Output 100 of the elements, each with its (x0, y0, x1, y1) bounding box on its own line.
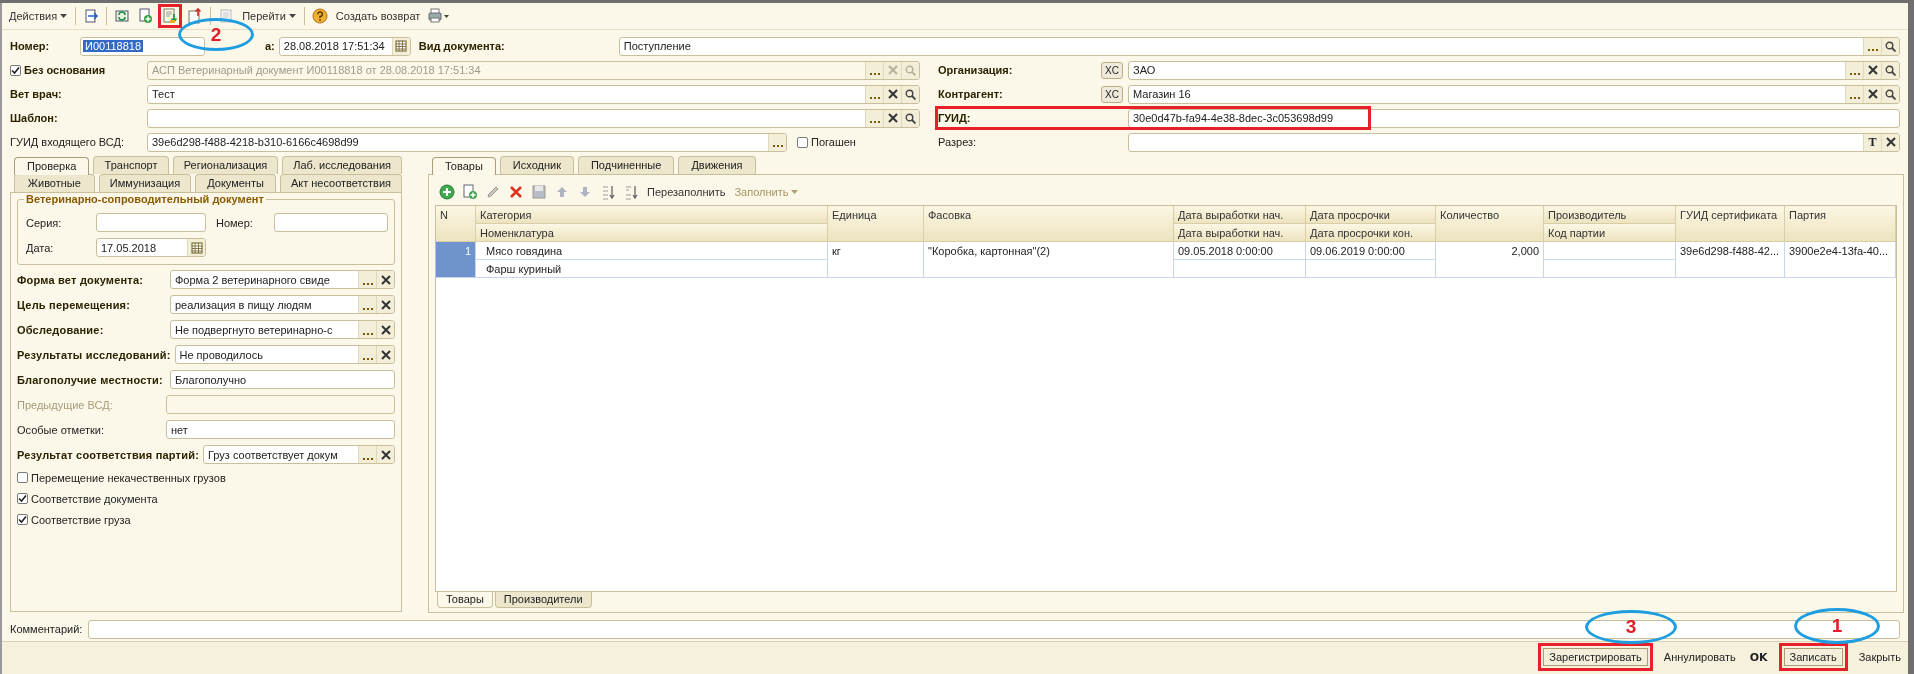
select-button[interactable] (865, 85, 883, 103)
input-field[interactable]: Тест (147, 84, 920, 104)
input-field[interactable] (147, 108, 920, 128)
tab[interactable]: Производители (494, 592, 592, 608)
checkbox[interactable] (17, 472, 28, 483)
column-header[interactable]: Код партии (1544, 224, 1676, 242)
input-field[interactable] (166, 395, 395, 414)
add-icon[interactable] (437, 182, 457, 202)
clear-button[interactable] (376, 321, 394, 338)
search-button[interactable] (1881, 37, 1899, 55)
input-field[interactable]: Груз соответствует докум (203, 445, 395, 464)
search-button[interactable] (901, 85, 919, 103)
tab[interactable]: Регионализация (172, 156, 279, 174)
tab[interactable]: Движения (678, 156, 756, 174)
type-button[interactable]: XC (1101, 61, 1123, 79)
column-header[interactable]: Дата выработки нач. (1174, 224, 1306, 242)
clear-button[interactable] (883, 85, 901, 103)
select-button[interactable] (358, 321, 376, 338)
text-button[interactable]: T (1863, 133, 1881, 151)
select-button[interactable] (1863, 37, 1881, 55)
footer-button[interactable]: OK (1746, 648, 1771, 666)
calendar-button[interactable] (391, 37, 410, 55)
input-field[interactable]: 39e6d298-f488-4218-b310-6166c4698d99 (147, 132, 787, 152)
column-header[interactable]: Дата просрочки кон. (1306, 224, 1436, 242)
clear-button[interactable] (376, 296, 394, 313)
tab[interactable]: Акт несоответствия (279, 174, 402, 192)
clear-button[interactable] (376, 346, 394, 363)
select-button[interactable] (1845, 61, 1863, 79)
footer-button[interactable]: Аннулировать (1660, 649, 1739, 665)
footer-button[interactable]: Закрыть (1855, 649, 1904, 665)
tab[interactable]: Документы (195, 174, 276, 192)
document-load-icon[interactable] (158, 4, 183, 28)
tab[interactable]: Исходник (499, 156, 574, 174)
tab[interactable]: Лаб. исследования (282, 156, 402, 174)
tab[interactable]: Животные (14, 174, 95, 192)
column-header[interactable]: ГУИД сертификата (1676, 206, 1785, 242)
tab[interactable]: Транспорт (93, 156, 169, 174)
tab[interactable]: Товары (432, 157, 496, 175)
help-icon[interactable] (309, 6, 330, 26)
input-field[interactable]: Не проводилось (174, 345, 395, 364)
clear-button[interactable] (1863, 61, 1881, 79)
input-field[interactable]: Благополучно (170, 370, 395, 389)
footer-button[interactable]: Зарегистрировать (1538, 643, 1653, 671)
input-field[interactable]: T (1128, 132, 1900, 152)
select-button[interactable] (358, 446, 376, 463)
tab[interactable]: Проверка (14, 157, 90, 175)
input-field[interactable]: реализация в пищу людям (170, 295, 395, 314)
select-button[interactable] (865, 109, 883, 127)
series-field[interactable] (96, 213, 206, 232)
column-header[interactable]: Дата выработки нач. (1174, 206, 1306, 224)
create-return-button[interactable]: Создать возврат (332, 8, 424, 24)
column-header[interactable]: N (436, 206, 476, 242)
dots-icon (362, 307, 373, 310)
checkbox[interactable] (17, 493, 28, 504)
select-button[interactable] (768, 133, 786, 151)
checkbox[interactable] (17, 514, 28, 525)
copy-add-icon[interactable] (460, 182, 480, 202)
input-field[interactable]: Форма 2 ветеринарного свиде (170, 270, 395, 289)
input-field[interactable]: ЗАО (1128, 60, 1900, 80)
actions-menu[interactable]: Действия (6, 8, 71, 24)
column-header[interactable]: Партия (1785, 206, 1896, 242)
select-button[interactable] (358, 346, 376, 363)
column-header[interactable]: Дата просрочки (1306, 206, 1436, 224)
input-field[interactable]: Не подвергнуто ветеринарно-с (170, 320, 395, 339)
column-header[interactable]: Номенклатура (476, 224, 828, 242)
checkbox[interactable] (797, 136, 808, 148)
column-header[interactable]: Производитель (1544, 206, 1676, 224)
search-button[interactable] (1881, 61, 1899, 79)
column-header[interactable]: Категория (476, 206, 828, 224)
number-field[interactable] (274, 213, 388, 232)
tab[interactable]: Подчиненные (577, 156, 675, 174)
input-field[interactable]: нет (166, 420, 395, 439)
clear-button[interactable] (883, 109, 901, 127)
number-field[interactable]: И00118818 (80, 36, 205, 56)
clear-button[interactable] (376, 446, 394, 463)
comment-field[interactable] (88, 619, 1900, 639)
column-header[interactable]: Единица (828, 206, 924, 242)
footer-button[interactable]: Записать (1778, 643, 1848, 671)
date-field[interactable]: 28.08.2018 17:51:34 (278, 36, 411, 56)
tab[interactable]: Товары (437, 592, 493, 608)
tab[interactable]: Иммунизация (98, 174, 192, 192)
search-button[interactable] (901, 109, 919, 127)
calendar-button[interactable] (187, 239, 205, 256)
column-header[interactable]: Количество (1436, 206, 1544, 242)
input-field[interactable]: 30e0d47b-fa94-4e38-8dec-3c053698d99 (1128, 108, 1900, 128)
column-header[interactable]: Фасовка (924, 206, 1174, 242)
clear-button[interactable] (1863, 85, 1881, 103)
dots-icon (362, 282, 373, 285)
type-button[interactable]: XC (1101, 85, 1123, 103)
search-button[interactable] (1881, 85, 1899, 103)
select-button[interactable] (358, 296, 376, 313)
clear-button[interactable] (376, 271, 394, 288)
date-field[interactable]: 17.05.2018 (96, 238, 206, 257)
document-type-field[interactable]: Поступление (618, 36, 1900, 56)
refill-button[interactable]: Перезаполнить (644, 184, 729, 200)
input-field[interactable]: Магазин 16 (1128, 84, 1900, 104)
clear-button[interactable] (1881, 133, 1899, 151)
select-button[interactable] (358, 271, 376, 288)
search-icon (905, 64, 916, 76)
select-button[interactable] (1845, 85, 1863, 103)
